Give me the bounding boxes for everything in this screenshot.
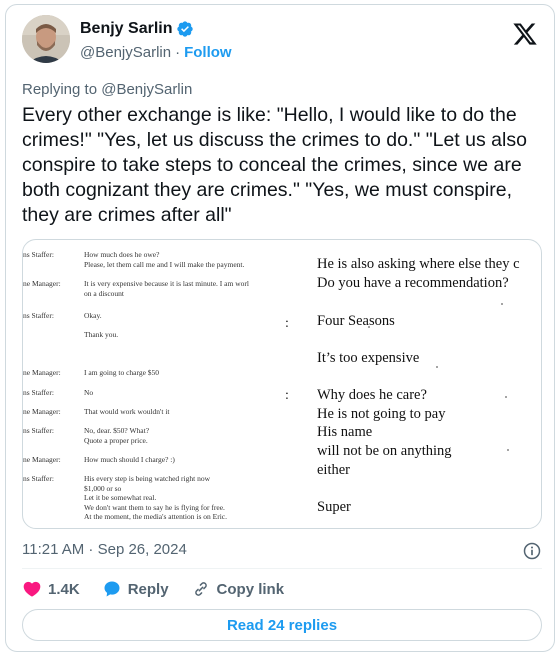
transcript-colon: : (285, 316, 289, 331)
transcript-role: ne Manager: (23, 279, 61, 288)
read-replies-button[interactable]: Read 24 replies (22, 609, 542, 641)
reply-label: Reply (127, 580, 169, 598)
tweet-header: Benjy Sarlin @BenjySarlin · Follow (22, 15, 538, 65)
tweet-card: Benjy Sarlin @BenjySarlin · Follow Reply… (5, 4, 555, 652)
transcript-line: Super (317, 499, 351, 515)
transcript-line: Why does he care? (317, 387, 427, 403)
transcript-message: I am going to charge $50 (84, 368, 160, 377)
transcript-role: ne Manager: (23, 407, 61, 416)
author-name-row: Benjy Sarlin (80, 20, 194, 38)
divider (22, 568, 542, 569)
reply-bubble-icon (104, 581, 120, 597)
transcript-role: ns Staffer: (23, 311, 54, 320)
replying-to-prefix: Replying to (22, 81, 102, 98)
transcript-message: Okay. (84, 311, 102, 320)
transcript-role: ne Manager: (23, 368, 61, 377)
transcript-line: His name (317, 424, 373, 440)
replying-to: Replying to @BenjySarlin (22, 81, 192, 98)
tweet-actions: 1.4K Reply Copy link (22, 577, 284, 601)
timestamp-row: 11:21 AM · Sep 26, 2024 (22, 541, 542, 563)
x-logo-icon[interactable] (512, 21, 538, 47)
replying-to-handle[interactable]: @BenjySarlin (101, 81, 192, 98)
transcript-line: Four Seasons (317, 313, 395, 329)
transcript-message: It is very expensive because it is last … (84, 279, 249, 298)
link-icon (194, 582, 207, 596)
verified-badge-icon (177, 21, 194, 37)
transcript-message: How much does he owe? Please, let them c… (84, 250, 245, 269)
transcript-message: No (84, 388, 94, 397)
transcript-line: It’s too expensive (317, 350, 420, 366)
tweet-media-image[interactable]: ns Staffer: How much does he owe? Please… (22, 239, 542, 529)
like-button[interactable]: 1.4K (22, 579, 80, 599)
transcript-message: That would work wouldn't it (84, 407, 170, 416)
transcript-colon: : (285, 388, 289, 403)
copy-link-button[interactable]: Copy link (191, 579, 285, 599)
transcript-role: ns Staffer: (23, 250, 54, 259)
handle-separator: · (175, 44, 181, 61)
chat-transcript-left: ns Staffer: How much does he owe? Please… (23, 240, 298, 528)
transcript-role: ns Staffer: (23, 388, 54, 397)
like-count: 1.4K (48, 580, 80, 598)
tweet-timestamp[interactable]: 11:21 AM · Sep 26, 2024 (22, 541, 187, 558)
avatar[interactable] (22, 15, 70, 63)
transcript-message: No, dear. $50? What? Quote a proper pric… (84, 426, 150, 445)
transcript-role: ns Staffer: (23, 474, 54, 483)
tweet-text: Every other exchange is like: "Hello, I … (22, 104, 533, 226)
chat-transcript-right: He is also asking where else they c Do y… (313, 240, 541, 528)
info-icon[interactable] (522, 541, 542, 561)
author-handle[interactable]: @BenjySarlin (80, 44, 171, 61)
copy-link-label: Copy link (216, 580, 285, 598)
transcript-message: Thank you. (84, 330, 119, 339)
transcript-line: either (317, 462, 351, 478)
transcript-role: ns Staffer: (23, 426, 54, 435)
transcript-line: He is also asking where else they c (317, 256, 520, 272)
transcript-line: will not be on anything (317, 443, 452, 459)
transcript-line: He is not going to pay (317, 406, 446, 422)
author-handle-row: @BenjySarlin · Follow (80, 44, 232, 61)
transcript-message: How much should I charge? :) (84, 455, 175, 464)
transcript-message: His every step is being watched right no… (84, 474, 227, 521)
author-name[interactable]: Benjy Sarlin (80, 20, 172, 38)
heart-icon (23, 581, 41, 597)
reply-button[interactable]: Reply (102, 579, 169, 599)
transcript-role: ne Manager: (23, 455, 61, 464)
follow-button[interactable]: Follow (184, 44, 232, 61)
transcript-line: Do you have a recommendation? (317, 275, 509, 291)
